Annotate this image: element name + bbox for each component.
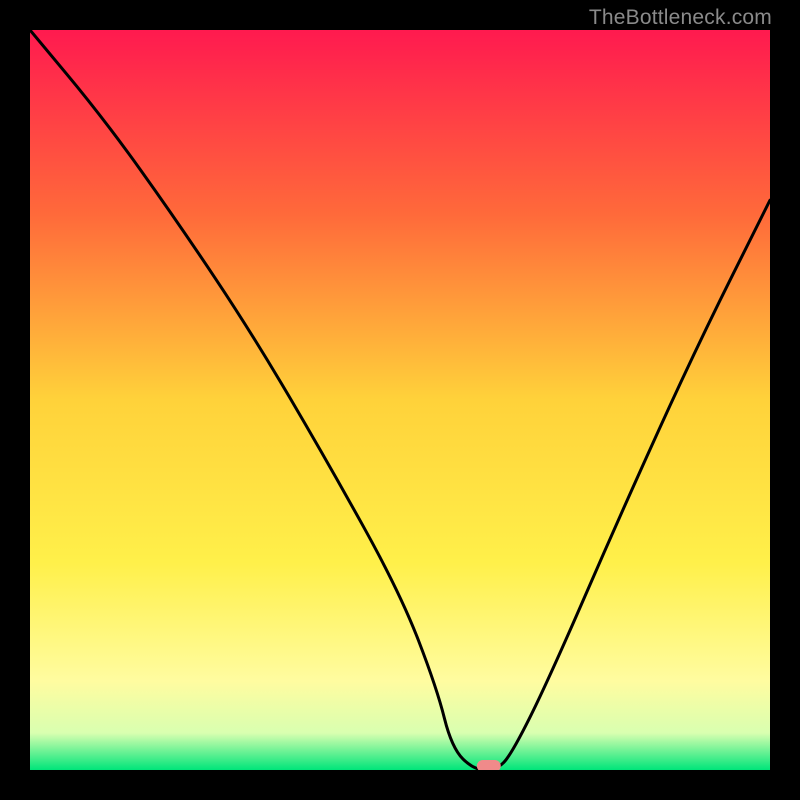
chart-frame: TheBottleneck.com (0, 0, 800, 800)
plot-area (30, 30, 770, 770)
watermark-text: TheBottleneck.com (589, 6, 772, 30)
gradient-background (30, 30, 770, 770)
chart-svg (30, 30, 770, 770)
optimal-point-marker (477, 760, 501, 770)
